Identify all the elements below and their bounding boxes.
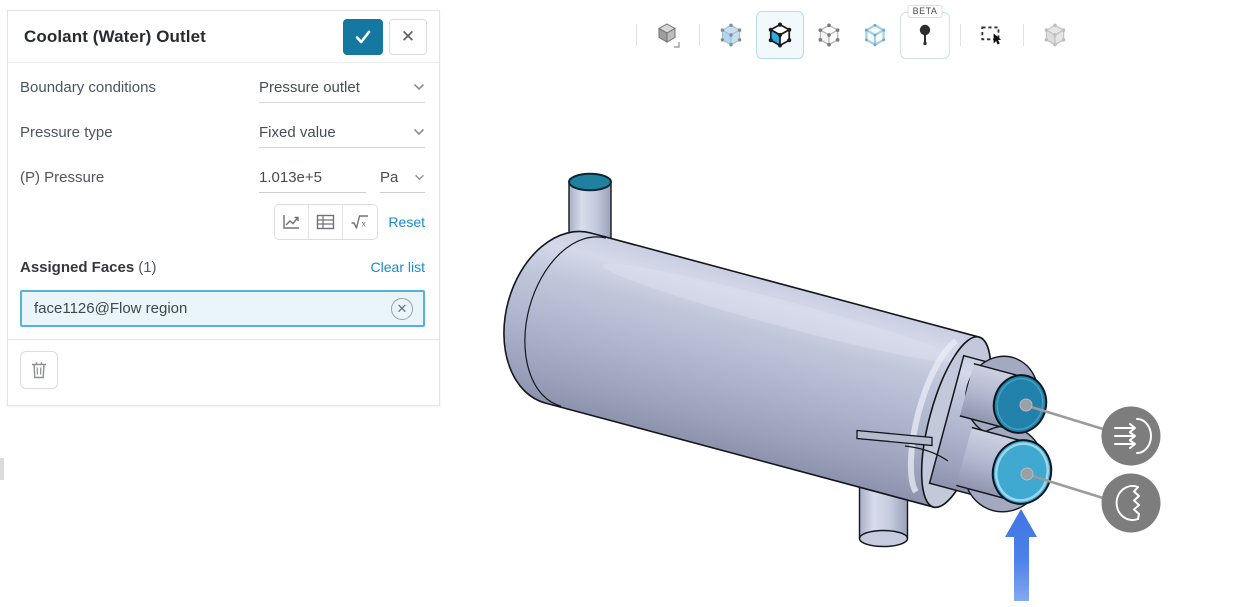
assigned-faces-title: Assigned Faces(1)	[20, 259, 371, 276]
select-face-button[interactable]	[756, 11, 804, 59]
chevron-down-icon	[414, 174, 425, 181]
apply-button[interactable]	[343, 19, 383, 55]
app-window: { "panel": { "title": "Coolant (Water) O…	[0, 0, 1242, 607]
toolbar-divider	[636, 24, 637, 46]
volume-cube-icon	[717, 21, 745, 49]
table-input-button[interactable]	[309, 205, 343, 239]
select-body-button[interactable]	[647, 14, 689, 56]
check-icon	[353, 28, 373, 46]
heat-exchanger-shell[interactable]	[485, 217, 1037, 523]
panel-resize-handle[interactable]	[0, 458, 4, 480]
face-cube-icon	[765, 20, 795, 50]
inlet-top-face[interactable]	[569, 174, 611, 190]
remove-face-button[interactable]: ✕	[391, 298, 413, 320]
formula-icon: x	[350, 214, 370, 230]
boundary-condition-panel: Coolant (Water) Outlet ✕ Boundary condit…	[7, 10, 440, 406]
trash-icon	[31, 361, 47, 379]
assigned-faces-count: (1)	[138, 259, 156, 276]
chevron-down-icon	[413, 128, 425, 136]
probe-point-button[interactable]: BETA	[900, 12, 950, 59]
hidden-cube-icon	[1041, 21, 1069, 49]
toolbar-divider	[699, 24, 700, 46]
select-vertex-button[interactable]	[808, 14, 850, 56]
pressure-unit-select[interactable]: Pa	[380, 163, 425, 193]
close-button[interactable]: ✕	[389, 19, 427, 55]
probe-pin-icon	[912, 22, 938, 48]
close-icon: ✕	[401, 27, 415, 47]
pressure-badge[interactable]	[1102, 474, 1161, 533]
boundary-conditions-select[interactable]: Pressure outlet	[259, 73, 425, 103]
select-volume-button[interactable]	[710, 14, 752, 56]
panel-title: Coolant (Water) Outlet	[24, 27, 343, 47]
viewport-toolbar: BETA	[630, 9, 1076, 61]
field-label: Pressure type	[20, 124, 259, 141]
assigned-face-name: face1126@Flow region	[34, 300, 391, 317]
formula-input-button[interactable]: x	[343, 205, 377, 239]
pressure-type-row: Pressure type Fixed value	[8, 110, 439, 155]
edge-cube-icon	[861, 21, 889, 49]
field-label: Boundary conditions	[20, 79, 259, 96]
value-input-mode-group: x	[274, 204, 378, 240]
chevron-down-icon	[413, 83, 425, 91]
toolbar-divider	[960, 24, 961, 46]
pressure-type-select[interactable]: Fixed value	[259, 118, 425, 148]
remove-icon: ✕	[397, 302, 408, 315]
body-cube-icon	[654, 21, 682, 49]
chart-input-button[interactable]	[275, 205, 309, 239]
value-tools-row: x Reset	[8, 200, 439, 244]
assigned-face-chip[interactable]: face1126@Flow region ✕	[20, 290, 425, 327]
select-hidden-button	[1034, 14, 1076, 56]
pressure-value-row: (P) Pressure 1.013e+5 Pa	[8, 155, 439, 200]
beta-badge: BETA	[908, 5, 943, 19]
field-label: (P) Pressure	[20, 169, 259, 186]
reset-link[interactable]: Reset	[388, 214, 425, 230]
delete-button[interactable]	[20, 351, 58, 389]
selected-value: Pressure outlet	[259, 79, 409, 96]
assigned-faces-label: Assigned Faces	[20, 259, 134, 276]
pressure-outlet-badge[interactable]	[1102, 407, 1161, 466]
panel-header: Coolant (Water) Outlet ✕	[8, 11, 439, 63]
selected-value: Fixed value	[259, 124, 409, 141]
table-icon	[316, 214, 335, 230]
pressure-input[interactable]: 1.013e+5	[259, 163, 366, 193]
chart-icon	[282, 213, 302, 231]
clear-list-link[interactable]: Clear list	[371, 259, 425, 275]
panel-footer	[8, 339, 439, 400]
unit-value: Pa	[380, 169, 410, 186]
box-select-button[interactable]	[971, 14, 1013, 56]
panel-body: Boundary conditions Pressure outlet Pres…	[8, 63, 439, 400]
toolbar-divider	[1023, 24, 1024, 46]
vertex-cube-icon	[815, 21, 843, 49]
lower-pipe[interactable]	[956, 426, 1059, 511]
svg-text:x: x	[362, 219, 367, 229]
select-edge-button[interactable]	[854, 14, 896, 56]
flow-direction-arrow	[1005, 509, 1037, 601]
face-anchor-dot	[1021, 468, 1033, 480]
pressure-controls: 1.013e+5 Pa	[259, 163, 425, 193]
box-select-icon	[978, 21, 1006, 49]
assigned-faces-header: Assigned Faces(1) Clear list	[8, 244, 439, 288]
face-anchor-dot	[1020, 399, 1032, 411]
boundary-conditions-row: Boundary conditions Pressure outlet	[8, 65, 439, 110]
